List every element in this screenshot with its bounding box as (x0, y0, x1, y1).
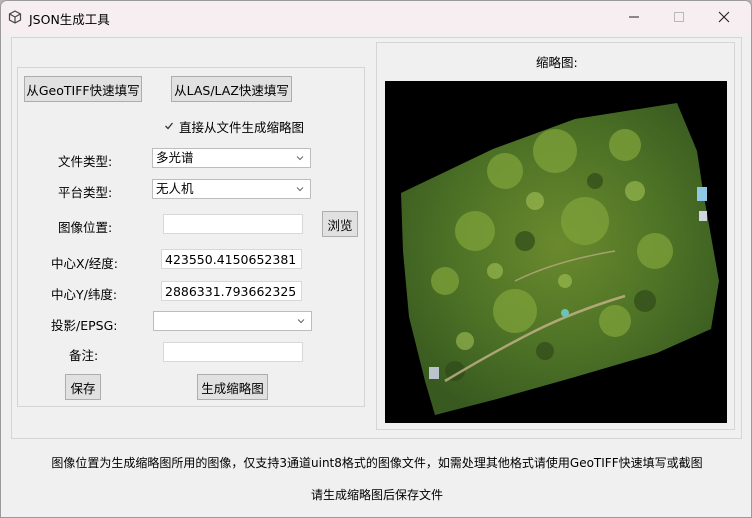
platform-type-label: 平台类型: (58, 185, 113, 200)
center-x-input[interactable]: 423550.4150652381 (161, 249, 302, 269)
from-las-button[interactable]: 从LAS/LAZ快速填写 (171, 76, 292, 102)
epsg-label: 投影/EPSG: (51, 318, 118, 333)
from-geotiff-button[interactable]: 从GeoTIFF快速填写 (24, 76, 142, 102)
status-line-1: 图像位置为生成缩略图所用的图像，仅支持3通道uint8格式的图像文件，如需处理其… (51, 456, 703, 470)
thumbnail-title: 缩略图: (536, 55, 578, 70)
browse-button[interactable]: 浏览 (322, 211, 358, 237)
chevron-down-icon (296, 187, 304, 192)
title-bar: JSON生成工具 (1, 1, 751, 33)
maximize-icon (674, 12, 684, 22)
close-button[interactable] (701, 1, 747, 33)
chevron-down-icon (297, 319, 305, 324)
maximize-button[interactable] (656, 1, 702, 33)
minimize-icon (629, 16, 639, 18)
file-type-value: 多光谱 (156, 150, 194, 165)
status-line-2: 请生成缩略图后保存文件 (310, 488, 443, 502)
save-button[interactable]: 保存 (65, 374, 101, 400)
center-x-label: 中心X/经度: (51, 256, 118, 271)
checkbox-label: 直接从文件生成缩略图 (179, 119, 305, 135)
aerial-orthomosaic-image (401, 103, 719, 415)
minimize-button[interactable] (611, 1, 657, 33)
generate-from-file-checkbox[interactable]: 直接从文件生成缩略图 (164, 118, 305, 135)
window-title: JSON生成工具 (29, 12, 110, 27)
center-y-label: 中心Y/纬度: (51, 287, 118, 302)
note-input[interactable] (163, 342, 303, 362)
chevron-down-icon (296, 156, 304, 161)
platform-type-select[interactable]: 无人机 (152, 179, 311, 199)
platform-type-value: 无人机 (156, 181, 194, 196)
app-cube-icon (8, 10, 22, 24)
note-label: 备注: (69, 348, 99, 363)
thumbnail-image (385, 81, 727, 423)
file-type-label: 文件类型: (58, 154, 113, 169)
image-location-label: 图像位置: (58, 220, 113, 235)
close-icon (718, 11, 730, 23)
file-type-select[interactable]: 多光谱 (152, 148, 311, 168)
center-y-input[interactable]: 2886331.793662325 (161, 281, 302, 301)
app-window: JSON生成工具 从GeoTIFF快速填写 从LAS/LAZ快速填写 直接从文件… (0, 0, 752, 518)
generate-thumbnail-button[interactable]: 生成缩略图 (197, 374, 268, 400)
checkmark-icon (165, 122, 174, 130)
epsg-select[interactable] (153, 311, 312, 331)
image-location-input[interactable] (163, 214, 303, 234)
